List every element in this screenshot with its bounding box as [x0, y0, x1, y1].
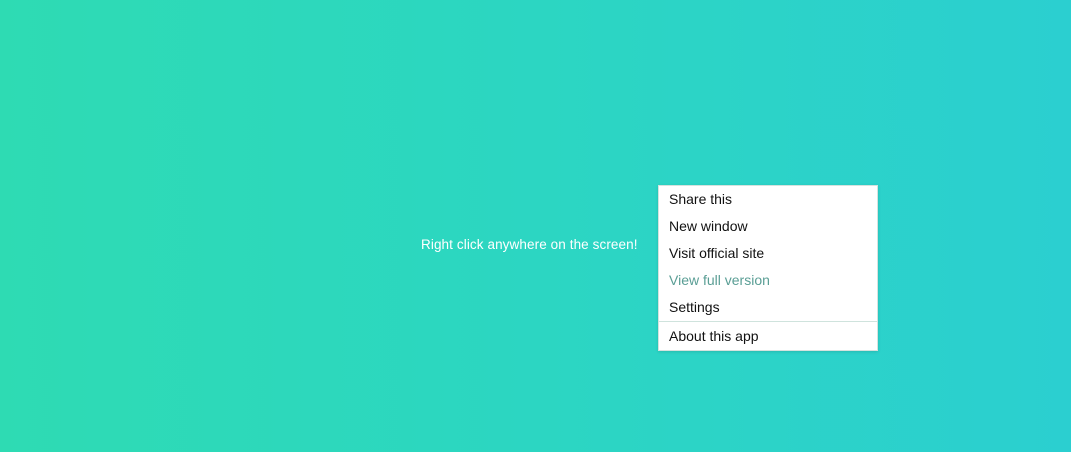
app-background[interactable]: { "hint_text": "Right click anywhere on …	[0, 0, 1071, 452]
context-menu: Share this New window Visit official sit…	[658, 185, 878, 351]
menu-item-view-full-version: View full version	[669, 272, 770, 288]
menu-item-settings[interactable]: Settings	[659, 294, 877, 321]
menu-item-share-this[interactable]: Share this	[659, 186, 877, 213]
menu-item-new-window[interactable]: New window	[659, 213, 877, 240]
menu-item-about-this-app[interactable]: About this app	[659, 322, 877, 350]
instruction-text: Right click anywhere on the screen!	[421, 237, 638, 252]
menu-item-visit-official-site[interactable]: Visit official site	[659, 240, 877, 267]
